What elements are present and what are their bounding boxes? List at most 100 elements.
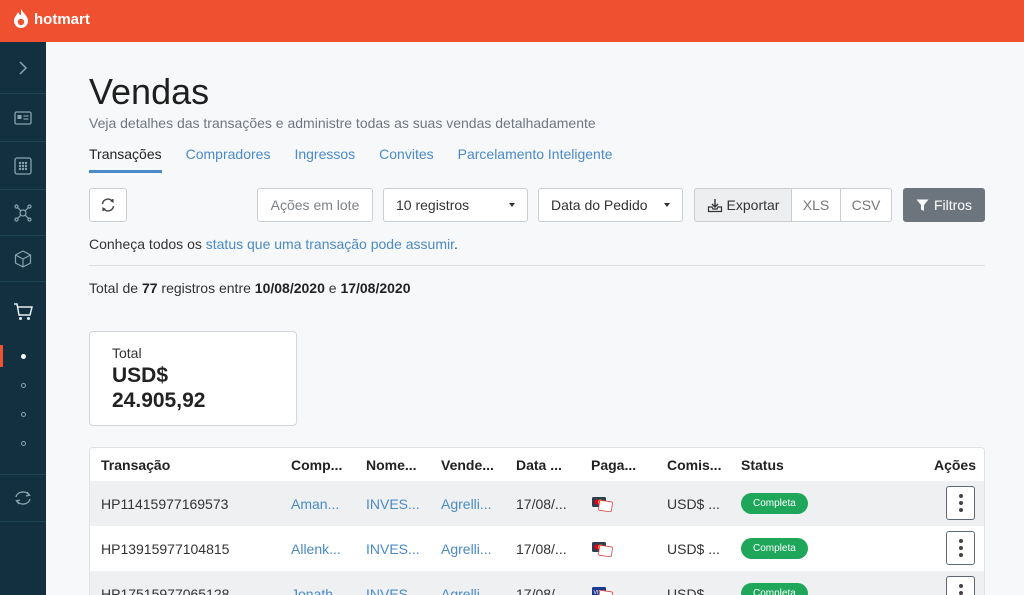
filters-button[interactable]: Filtros [903, 188, 985, 222]
cell-comissao: USD$ ... [667, 495, 720, 512]
cell-comprador-link[interactable]: Allenk... [291, 526, 359, 571]
caret-down-icon [664, 203, 670, 207]
mastercard-icon [592, 496, 613, 512]
caret-down-icon [509, 203, 515, 207]
dot-icon [20, 440, 26, 446]
date-filter-select[interactable]: Data do Pedido [538, 188, 683, 222]
row-actions-button[interactable] [946, 576, 975, 595]
tab-transacoes[interactable]: Transações [89, 146, 162, 173]
cell-data: 17/08/... [516, 585, 567, 595]
header-status[interactable]: Status [741, 448, 831, 481]
header-pagamento[interactable]: Paga... [591, 448, 659, 481]
table-row[interactable]: HP11415977169573 Aman... INVES... Agrell… [90, 481, 984, 526]
sidebar-expand-button[interactable] [0, 42, 46, 94]
date-filter-value: Data do Pedido [551, 197, 648, 213]
table-row[interactable]: HP17515977065128 Jonath... INVES... Agre… [90, 571, 984, 595]
cell-vendedor-link[interactable]: Agrelli... [441, 526, 509, 571]
status-note-suffix: . [454, 236, 458, 252]
apps-grid-icon [14, 156, 32, 175]
status-info-link[interactable]: status que uma transação pode assumir [206, 236, 454, 252]
summary-date-end: 17/08/2020 [340, 280, 411, 296]
sidebar-subitem-1[interactable] [0, 341, 46, 371]
divider [89, 265, 985, 266]
export-csv-button[interactable]: CSV [840, 188, 892, 222]
dot-icon [20, 382, 26, 388]
dot-icon [20, 411, 26, 417]
tab-parcelamento[interactable]: Parcelamento Inteligente [458, 146, 613, 173]
cell-status: Completa [741, 526, 831, 571]
total-label: Total [112, 345, 142, 361]
records-per-page-select[interactable]: 10 registros [383, 188, 528, 222]
header-nome[interactable]: Nome... [366, 448, 434, 481]
header-comprador[interactable]: Comp... [291, 448, 359, 481]
cell-comprador-link[interactable]: Jonath... [291, 571, 359, 595]
cell-comprador-link[interactable]: Aman... [291, 481, 359, 526]
header-vendedor[interactable]: Vende... [441, 448, 509, 481]
records-per-page-value: 10 registros [396, 197, 470, 213]
header-data[interactable]: Data ... [516, 448, 584, 481]
summary-date-start: 10/08/2020 [254, 280, 325, 296]
cell-transacao: HP17515977065128 [101, 585, 230, 595]
status-badge: Completa [741, 583, 808, 595]
sidebar-item-sales[interactable] [0, 282, 46, 342]
shopping-cart-icon [14, 303, 33, 320]
sidebar-subitem-2[interactable] [0, 370, 46, 400]
kebab-dot-icon [958, 501, 963, 505]
row-actions-button[interactable] [946, 486, 975, 520]
top-bar: hotmart [0, 0, 1024, 42]
sidebar-item-dashboard[interactable] [0, 94, 46, 142]
refresh-button[interactable] [89, 188, 127, 222]
table-row[interactable]: HP13915977104815 Allenk... INVES... Agre… [90, 526, 984, 571]
cell-nome-link[interactable]: INVES... [366, 571, 434, 595]
filter-funnel-icon [916, 199, 929, 211]
sidebar-item-products[interactable] [0, 236, 46, 282]
export-button[interactable]: Exportar [694, 188, 792, 222]
kebab-dot-icon [958, 584, 963, 588]
cell-status: Completa [741, 571, 831, 595]
cell-status: Completa [741, 481, 831, 526]
sidebar-item-apps[interactable] [0, 142, 46, 190]
chevron-right-icon [19, 60, 28, 75]
tab-bar: Transações Compradores Ingressos Convite… [89, 146, 613, 173]
filters-label: Filtros [933, 197, 973, 213]
cell-nome-link[interactable]: INVES... [366, 481, 434, 526]
records-summary: Total de 77 registros entre 10/08/2020 e… [89, 280, 411, 296]
cell-nome-link[interactable]: INVES... [366, 526, 434, 571]
tab-compradores[interactable]: Compradores [186, 146, 271, 173]
tab-ingressos[interactable]: Ingressos [294, 146, 355, 173]
batch-actions-button[interactable]: Ações em lote [257, 188, 373, 222]
cell-vendedor-link[interactable]: Agrelli... [441, 571, 509, 595]
sidebar-item-sync[interactable] [0, 474, 46, 522]
cell-vendedor-link[interactable]: Agrelli... [441, 481, 509, 526]
sidebar-item-network[interactable] [0, 190, 46, 236]
cell-data: 17/08/... [516, 495, 567, 512]
dashboard-card-icon [14, 110, 32, 125]
brand-logo[interactable]: hotmart [12, 8, 90, 30]
cell-comissao: USD$ ... [667, 585, 720, 595]
cell-pagamento: VISA [591, 571, 659, 595]
row-actions-button[interactable] [946, 531, 975, 565]
flame-icon [14, 9, 28, 28]
export-xls-button[interactable]: XLS [791, 188, 841, 222]
kebab-dot-icon [958, 546, 963, 550]
cell-transacao: HP11415977169573 [101, 495, 229, 512]
status-badge: Completa [741, 538, 808, 559]
tab-convites[interactable]: Convites [379, 146, 433, 173]
status-note-prefix: Conheça todos os [89, 236, 206, 252]
sidebar-subitem-4[interactable] [0, 428, 46, 458]
cell-data: 17/08/... [516, 540, 567, 557]
header-transacao[interactable]: Transação [101, 448, 281, 481]
page-subtitle: Veja detalhes das transações e administr… [89, 115, 596, 131]
page-title: Vendas [89, 71, 210, 112]
sidebar-subitem-3[interactable] [0, 399, 46, 429]
brand-name: hotmart [34, 10, 90, 28]
summary-and: e [324, 280, 341, 296]
status-badge: Completa [741, 493, 808, 514]
total-value: USD$ 24.905,92 [112, 364, 206, 412]
kebab-dot-icon [958, 508, 963, 512]
summary-prefix: Total de [89, 280, 142, 296]
refresh-icon [101, 198, 115, 212]
header-comissao[interactable]: Comis... [667, 448, 733, 481]
cell-pagamento [591, 481, 659, 526]
kebab-dot-icon [958, 539, 963, 543]
